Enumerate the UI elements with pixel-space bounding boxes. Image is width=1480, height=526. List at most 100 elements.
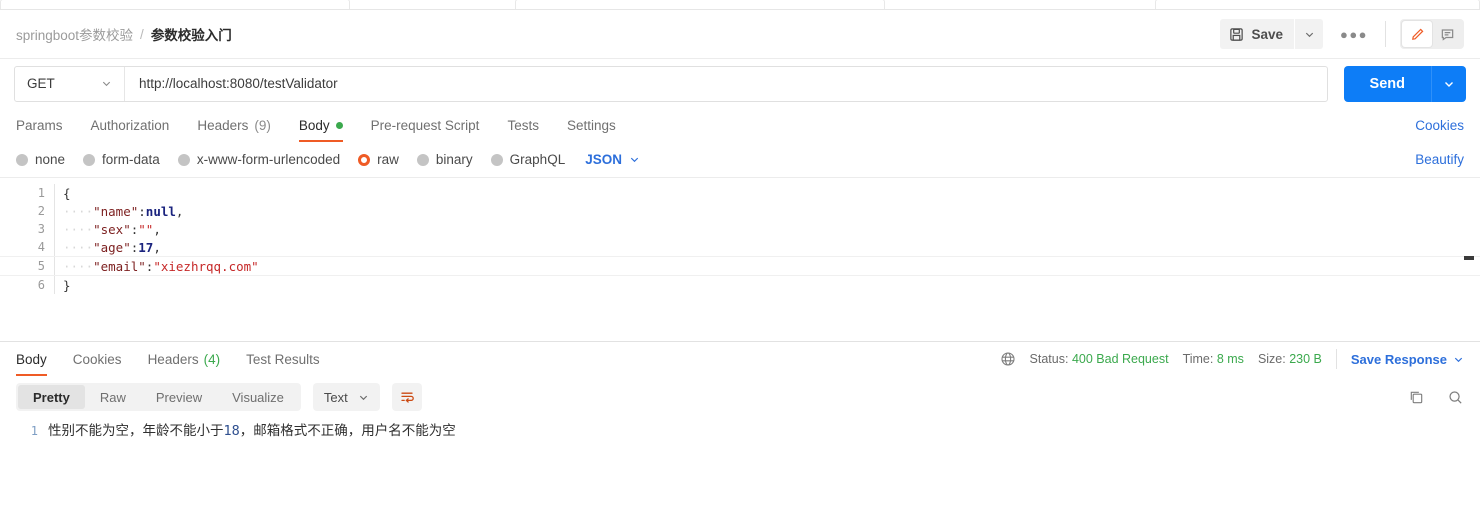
code-line[interactable]: 6 } (0, 276, 1480, 294)
code-line[interactable]: 2 ····"name":null, (0, 202, 1480, 220)
response-toolbar: Pretty Raw Preview Visualize Text (0, 376, 1480, 418)
code-text: ····"email":"xiezhrqq.com" (55, 259, 259, 274)
tab-label: Test Results (246, 351, 320, 367)
tab-strip (0, 0, 1480, 10)
save-options-button[interactable] (1295, 19, 1323, 49)
request-body-editor[interactable]: 1 { 2 ····"name":null, 3 ····"sex":"", 4… (0, 178, 1480, 342)
line-number: 2 (37, 204, 45, 218)
comment-button[interactable] (1432, 21, 1462, 47)
line-number: 1 (30, 424, 38, 438)
response-format-select[interactable]: Text (312, 383, 380, 411)
body-type-form-data[interactable]: form-data (83, 152, 160, 167)
response-view-group: Pretty Raw Preview Visualize (16, 383, 301, 411)
response-tab-test-results[interactable]: Test Results (246, 342, 320, 376)
divider (1385, 21, 1386, 47)
time-text: Time: 8 ms (1183, 352, 1244, 366)
edit-mode-button[interactable] (1402, 21, 1432, 47)
send-button[interactable]: Send (1343, 65, 1431, 102)
status-value: 400 Bad Request (1071, 352, 1169, 366)
body-type-binary[interactable]: binary (416, 152, 473, 167)
code-line[interactable]: 4 ····"age":17, (0, 238, 1480, 256)
view-raw-button[interactable]: Raw (85, 385, 141, 409)
tab-params[interactable]: Params (16, 108, 63, 142)
response-text-number: 18 (223, 423, 240, 439)
response-body[interactable]: 1 性别不能为空，年龄不能小于18，邮箱格式不正确，用户名不能为空 (0, 418, 1480, 440)
breadcrumb-request-name[interactable]: 参数校验入门 (151, 24, 232, 44)
chevron-down-icon (101, 78, 112, 89)
chevron-down-icon (1304, 29, 1315, 40)
tab-body[interactable]: Body (298, 108, 343, 142)
response-text-before: 性别不能为空，年龄不能小于 (48, 423, 224, 438)
code-value: 17 (138, 239, 154, 255)
response-tab-headers[interactable]: Headers (4) (148, 342, 221, 376)
pencil-icon (1410, 27, 1425, 42)
tab-label: Body (16, 351, 47, 367)
tab-item[interactable] (515, 0, 885, 9)
code-comma: , (175, 203, 184, 219)
tab-item[interactable] (1155, 0, 1480, 9)
radio-icon (177, 153, 190, 166)
method-select[interactable]: GET (15, 66, 125, 101)
view-visualize-button[interactable]: Visualize (217, 385, 299, 409)
search-icon[interactable] (1447, 389, 1464, 406)
radio-icon (83, 153, 96, 166)
code-key: "sex" (93, 221, 131, 237)
body-type-graphql[interactable]: GraphQL (490, 152, 566, 167)
chevron-down-icon (629, 154, 640, 165)
breadcrumb-collection[interactable]: springboot参数校验 (16, 24, 133, 44)
word-wrap-button[interactable] (391, 383, 422, 411)
radio-icon (416, 153, 429, 166)
response-tab-body[interactable]: Body (16, 342, 47, 376)
line-number: 5 (37, 259, 45, 273)
tab-pre-request-script[interactable]: Pre-request Script (371, 108, 480, 142)
body-type-label: none (35, 152, 66, 167)
comment-icon (1440, 27, 1455, 42)
save-response-label: Save Response (1350, 351, 1447, 367)
code-text: ····"name":null, (55, 204, 183, 219)
tab-label: Cookies (72, 351, 122, 367)
body-type-none[interactable]: none (16, 152, 65, 167)
code-line[interactable]: 1 { (0, 184, 1480, 202)
editor-scrollbar[interactable] (1464, 178, 1474, 341)
beautify-link[interactable]: Beautify (1415, 152, 1464, 167)
tab-label: Headers (197, 117, 249, 133)
view-preview-button[interactable]: Preview (141, 385, 217, 409)
chevron-down-icon (1443, 78, 1455, 90)
body-format-select[interactable]: JSON (585, 152, 640, 167)
response-tab-cookies[interactable]: Cookies (73, 342, 122, 376)
tab-item[interactable] (0, 0, 350, 9)
save-button[interactable]: Save (1220, 19, 1294, 49)
url-input[interactable]: http://localhost:8080/testValidator (125, 76, 1327, 91)
code-indent: ···· (63, 258, 94, 274)
code-line[interactable]: 3 ····"sex":"", (0, 220, 1480, 238)
tab-tests[interactable]: Tests (507, 108, 539, 142)
response-body-text: 性别不能为空，年龄不能小于18，邮箱格式不正确，用户名不能为空 (48, 422, 456, 440)
send-options-button[interactable] (1431, 65, 1466, 102)
code-indent: ···· (63, 203, 94, 219)
editor-scrollbar-thumb[interactable] (1464, 256, 1474, 260)
save-response-button[interactable]: Save Response (1351, 352, 1464, 367)
code-line-active[interactable]: 5 ····"email":"xiezhrqq.com" (0, 256, 1480, 276)
cookies-link[interactable]: Cookies (1415, 118, 1464, 133)
method-label: GET (27, 76, 55, 91)
word-wrap-icon (399, 389, 415, 405)
tab-headers[interactable]: Headers (9) (197, 108, 271, 142)
tab-authorization[interactable]: Authorization (91, 108, 170, 142)
line-number: 3 (37, 222, 45, 236)
body-type-raw[interactable]: raw (358, 152, 399, 167)
more-actions-button[interactable]: ●●● (1337, 19, 1371, 49)
postman-request-pane: springboot参数校验 / 参数校验入门 Save ●●● GET htt… (0, 0, 1480, 526)
breadcrumb-separator: / (140, 26, 144, 42)
view-pretty-button[interactable]: Pretty (18, 385, 85, 409)
code-text: ····"age":17, (55, 240, 161, 255)
body-type-x-www-form-urlencoded[interactable]: x-www-form-urlencoded (177, 152, 340, 167)
tab-label: Authorization (90, 117, 170, 133)
copy-icon[interactable] (1408, 389, 1425, 406)
code-punct: { (63, 185, 71, 201)
chevron-down-icon (1453, 354, 1464, 365)
body-type-label: GraphQL (509, 152, 566, 167)
send-group: Send (1343, 65, 1466, 102)
view-mode-group (1400, 19, 1464, 49)
tab-settings[interactable]: Settings (567, 108, 616, 142)
code-colon: : (138, 203, 146, 219)
